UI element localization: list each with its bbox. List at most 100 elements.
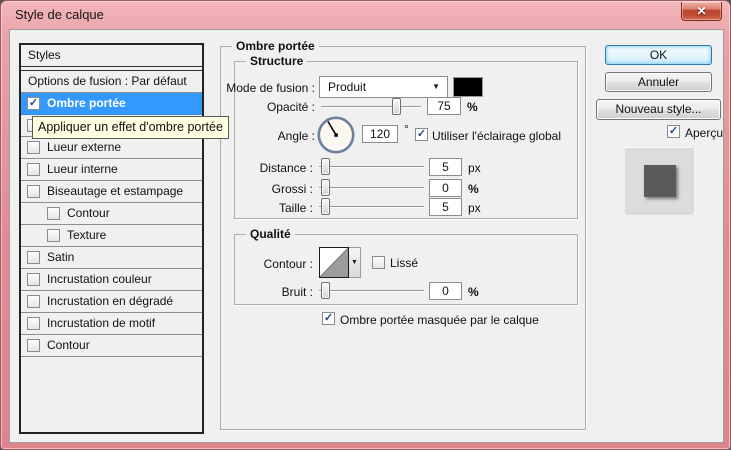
- checkbox-stroke[interactable]: [27, 339, 40, 352]
- spread-label: Grossi :: [220, 182, 313, 196]
- contour-picker[interactable]: [319, 247, 349, 278]
- check-icon: ✓: [417, 128, 426, 140]
- list-item-stroke[interactable]: Contour: [21, 335, 202, 357]
- close-icon: ✕: [696, 4, 706, 18]
- slider-track[interactable]: [319, 206, 424, 207]
- size-slider[interactable]: [319, 198, 424, 215]
- list-item-color-overlay[interactable]: Incrustation couleur: [21, 269, 202, 291]
- noise-slider[interactable]: [319, 282, 424, 299]
- list-item-drop-shadow[interactable]: ✓ Ombre portée: [21, 93, 202, 115]
- layer-knockout-label: Ombre portée masquée par le calque: [340, 313, 539, 327]
- slider-thumb[interactable]: [392, 98, 401, 115]
- size-label: Taille :: [220, 201, 313, 215]
- checkbox-satin[interactable]: [27, 251, 40, 264]
- distance-unit: px: [468, 161, 481, 175]
- preview-label: Aperçu: [685, 126, 723, 140]
- blend-mode-value: Produit: [328, 77, 366, 97]
- spread-input[interactable]: [429, 179, 462, 197]
- chevron-down-icon: ▼: [432, 77, 440, 97]
- titlebar[interactable]: Style de calque ✕: [1, 1, 730, 29]
- list-item-texture[interactable]: Texture: [21, 225, 202, 247]
- angle-label: Angle :: [220, 129, 315, 143]
- list-item-label: Texture: [67, 225, 106, 246]
- list-item-outer-glow[interactable]: Lueur externe: [21, 137, 202, 159]
- preview-square: [644, 165, 676, 197]
- drop-shadow-group-title: Ombre portée: [232, 39, 319, 53]
- size-input[interactable]: [429, 198, 462, 216]
- styles-list: Styles Options de fusion : Par défaut ✓ …: [19, 43, 204, 434]
- dialog-body: Styles Options de fusion : Par défaut ✓ …: [9, 29, 724, 443]
- list-item-inner-glow[interactable]: Lueur interne: [21, 159, 202, 181]
- check-icon: ✓: [669, 125, 678, 137]
- antialias-label: Lissé: [390, 256, 418, 270]
- opacity-slider[interactable]: [321, 98, 421, 115]
- slider-thumb[interactable]: [321, 198, 330, 215]
- global-light-checkbox[interactable]: ✓: [415, 128, 428, 141]
- spread-slider[interactable]: [319, 179, 424, 196]
- check-icon: ✓: [29, 97, 38, 109]
- angle-dial[interactable]: [316, 115, 356, 155]
- quality-group-title: Qualité: [246, 227, 295, 241]
- style-preview: [625, 147, 692, 213]
- list-item-label: Contour: [67, 203, 110, 224]
- opacity-input[interactable]: [427, 97, 461, 115]
- preview-checkbox[interactable]: ✓: [667, 125, 680, 138]
- slider-track[interactable]: [319, 290, 424, 291]
- list-item-label: Satin: [47, 247, 74, 268]
- checkbox-gradient-overlay[interactable]: [27, 295, 40, 308]
- noise-input[interactable]: [429, 282, 462, 300]
- distance-slider[interactable]: [319, 158, 424, 175]
- contour-dropdown-button[interactable]: ▼: [349, 247, 361, 278]
- slider-track[interactable]: [319, 187, 424, 188]
- slider-thumb[interactable]: [321, 282, 330, 299]
- checkbox-outer-glow[interactable]: [27, 141, 40, 154]
- ok-button[interactable]: OK: [605, 45, 712, 65]
- list-item-blending-options[interactable]: Options de fusion : Par défaut: [21, 71, 202, 93]
- list-item-label: Ombre portée: [47, 93, 126, 114]
- layer-knockout-checkbox[interactable]: ✓: [322, 312, 335, 325]
- slider-thumb[interactable]: [321, 179, 330, 196]
- slider-track[interactable]: [321, 106, 421, 107]
- close-button[interactable]: ✕: [681, 2, 722, 21]
- cancel-button[interactable]: Annuler: [605, 72, 712, 92]
- distance-label: Distance :: [220, 161, 313, 175]
- angle-input[interactable]: [362, 125, 398, 143]
- angle-unit: °: [404, 122, 409, 136]
- list-item-label: Lueur externe: [47, 137, 121, 158]
- shadow-color-swatch[interactable]: [453, 77, 483, 97]
- checkbox-pattern-overlay[interactable]: [27, 317, 40, 330]
- spread-unit: %: [468, 182, 479, 196]
- list-item-satin[interactable]: Satin: [21, 247, 202, 269]
- new-style-button[interactable]: Nouveau style...: [596, 99, 721, 120]
- list-item-label: Incrustation couleur: [47, 269, 152, 290]
- styles-list-header: Styles: [21, 45, 202, 67]
- blend-mode-select[interactable]: Produit ▼: [319, 76, 448, 98]
- global-light-label: Utiliser l'éclairage global: [432, 129, 561, 143]
- checkbox-drop-shadow[interactable]: ✓: [27, 97, 40, 110]
- blend-mode-label: Mode de fusion :: [220, 81, 315, 95]
- list-item-label: Lueur interne: [47, 159, 118, 180]
- checkbox-inner-glow[interactable]: [27, 163, 40, 176]
- noise-unit: %: [468, 285, 479, 299]
- antialias-checkbox[interactable]: [372, 256, 385, 269]
- chevron-down-icon: ▼: [351, 259, 358, 266]
- checkbox-texture[interactable]: [47, 229, 60, 242]
- list-item-pattern-overlay[interactable]: Incrustation de motif: [21, 313, 202, 335]
- list-item-label: Incrustation de motif: [47, 313, 155, 334]
- check-icon: ✓: [324, 312, 333, 324]
- slider-track[interactable]: [319, 166, 424, 167]
- list-item-bevel-contour[interactable]: Contour: [21, 203, 202, 225]
- list-item-label: Biseautage et estampage: [47, 181, 183, 202]
- checkbox-color-overlay[interactable]: [27, 273, 40, 286]
- checkbox-bevel-contour[interactable]: [47, 207, 60, 220]
- slider-thumb[interactable]: [321, 158, 330, 175]
- list-item-gradient-overlay[interactable]: Incrustation en dégradé: [21, 291, 202, 313]
- layer-style-dialog: Style de calque ✕ Styles Options de fusi…: [0, 0, 731, 450]
- checkbox-bevel-emboss[interactable]: [27, 185, 40, 198]
- list-item-label: Incrustation en dégradé: [47, 291, 173, 312]
- opacity-label: Opacité :: [220, 100, 315, 114]
- tooltip-text: Appliquer un effet d'ombre portée: [38, 120, 223, 134]
- list-item-label: Contour: [47, 335, 90, 356]
- list-item-bevel-emboss[interactable]: Biseautage et estampage: [21, 181, 202, 203]
- distance-input[interactable]: [429, 158, 462, 176]
